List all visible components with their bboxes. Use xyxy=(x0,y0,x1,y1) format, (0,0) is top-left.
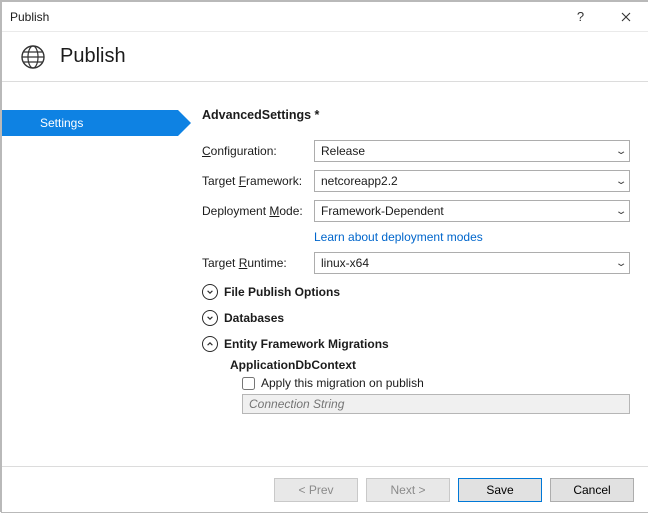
close-icon xyxy=(621,12,631,22)
header: Publish xyxy=(2,32,648,82)
connection-string-input[interactable] xyxy=(242,394,630,414)
save-button[interactable]: Save xyxy=(458,478,542,502)
target-framework-value: netcoreapp2.2 xyxy=(321,174,398,188)
sidebar: Settings xyxy=(2,82,178,466)
file-publish-options-expander[interactable]: File Publish Options xyxy=(202,284,630,300)
sidebar-item-settings[interactable]: Settings xyxy=(2,110,178,136)
chevron-down-icon: ⌄ xyxy=(615,258,628,269)
window-title: Publish xyxy=(10,10,49,24)
deployment-mode-learn-link[interactable]: Learn about deployment modes xyxy=(202,230,630,244)
apply-migration-row[interactable]: Apply this migration on publish xyxy=(242,376,630,390)
deployment-mode-value: Framework-Dependent xyxy=(321,204,444,218)
deployment-mode-dropdown[interactable]: Framework-Dependent ⌄ xyxy=(314,200,630,222)
apply-migration-label: Apply this migration on publish xyxy=(261,376,424,390)
section-title: AdvancedSettings * xyxy=(202,108,630,122)
expander-label: Databases xyxy=(224,311,284,325)
prev-button[interactable]: < Prev xyxy=(274,478,358,502)
target-framework-label: Target Framework: xyxy=(202,174,314,188)
configuration-value: Release xyxy=(321,144,365,158)
databases-expander[interactable]: Databases xyxy=(202,310,630,326)
chevron-down-icon: ⌄ xyxy=(615,146,628,157)
close-button[interactable] xyxy=(603,2,648,32)
footer: < Prev Next > Save Cancel xyxy=(2,466,648,512)
chevron-down-icon xyxy=(202,310,218,326)
main-panel: AdvancedSettings * Configuration: Releas… xyxy=(178,82,648,466)
target-runtime-value: linux-x64 xyxy=(321,256,369,270)
chevron-up-icon xyxy=(202,336,218,352)
globe-icon xyxy=(20,44,46,70)
chevron-down-icon xyxy=(202,284,218,300)
target-runtime-dropdown[interactable]: linux-x64 ⌄ xyxy=(314,252,630,274)
chevron-down-icon: ⌄ xyxy=(615,206,628,217)
chevron-down-icon: ⌄ xyxy=(615,176,628,187)
title-bar: Publish ? xyxy=(2,2,648,32)
apply-migration-checkbox[interactable] xyxy=(242,377,255,390)
next-button[interactable]: Next > xyxy=(366,478,450,502)
expander-label: File Publish Options xyxy=(224,285,340,299)
page-title: Publish xyxy=(60,45,126,68)
sidebar-item-label: Settings xyxy=(40,116,83,130)
cancel-button[interactable]: Cancel xyxy=(550,478,634,502)
expander-label: Entity Framework Migrations xyxy=(224,337,389,351)
target-runtime-label: Target Runtime: xyxy=(202,256,314,270)
configuration-label: Configuration: xyxy=(202,144,314,158)
help-button[interactable]: ? xyxy=(558,2,603,32)
configuration-dropdown[interactable]: Release ⌄ xyxy=(314,140,630,162)
target-framework-dropdown[interactable]: netcoreapp2.2 ⌄ xyxy=(314,170,630,192)
ef-migrations-expander[interactable]: Entity Framework Migrations xyxy=(202,336,630,352)
deployment-mode-label: Deployment Mode: xyxy=(202,204,314,218)
ef-context-name: ApplicationDbContext xyxy=(230,358,630,372)
